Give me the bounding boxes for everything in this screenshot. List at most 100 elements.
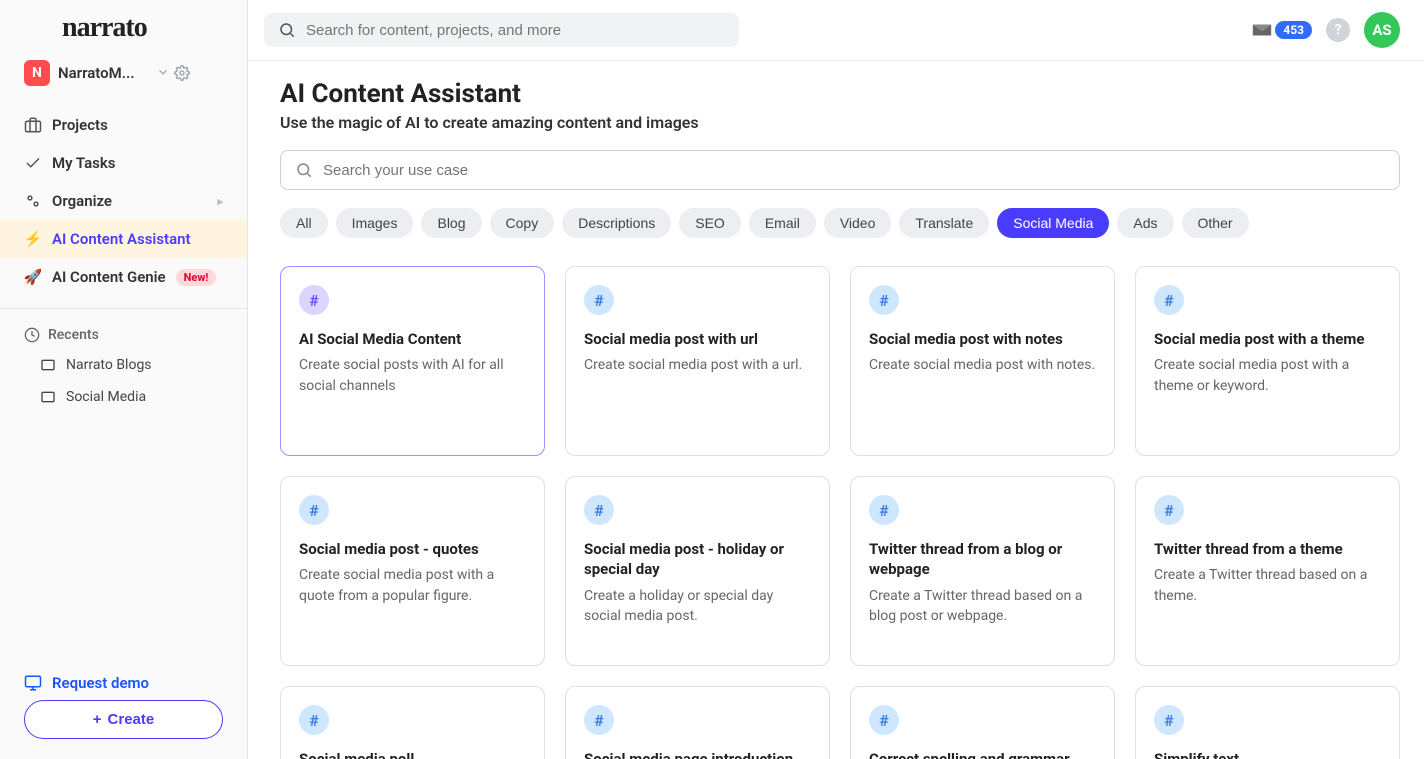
recents-label: Recents — [48, 327, 99, 343]
filter-chip-images[interactable]: Images — [336, 208, 414, 238]
gear-icon[interactable] — [174, 65, 190, 81]
main: 453 ? AS AI Content Assistant Use the ma… — [248, 0, 1424, 759]
filter-chip-social-media[interactable]: Social Media — [997, 208, 1109, 238]
filter-chips: All ImagesBlog CopyDescriptions SEO Email Vid… — [280, 208, 1400, 238]
filter-chip-copy[interactable]: Copy — [490, 208, 555, 238]
nav-mytasks[interactable]: My Tasks — [0, 144, 247, 182]
request-demo-label: Request demo — [52, 674, 149, 692]
mail-count: 453 — [1275, 21, 1312, 39]
recent-item[interactable]: Social Media — [0, 381, 247, 413]
template-card[interactable]: #Social media post with notesCreate soci… — [850, 266, 1115, 456]
global-search[interactable] — [264, 13, 739, 47]
filter-chip-seo[interactable]: SEO — [679, 208, 741, 238]
template-card[interactable]: # Social media post with a theme Create so… — [1135, 266, 1400, 456]
help-icon[interactable]: ? — [1326, 18, 1350, 42]
template-card[interactable]: #AI Social Media ContentCreate social po… — [280, 266, 545, 456]
filter-chip-all[interactable]: All — [280, 208, 328, 238]
template-card[interactable]: #Social media post with urlCreate social… — [565, 266, 830, 456]
template-card[interactable]: #Twitter thread from a themeCreate a Twi… — [1135, 476, 1400, 666]
template-card[interactable]: #Twitter thread from a blog or webpageCr… — [850, 476, 1115, 666]
card-title: AI Social Media Content — [299, 329, 526, 349]
template-card[interactable]: #Social media post - holiday or special … — [565, 476, 830, 666]
template-card[interactable]: #Simplify text — [1135, 686, 1400, 759]
clock-icon — [24, 327, 40, 343]
hash-icon: # — [869, 285, 899, 315]
card-title: Social media poll — [299, 749, 526, 759]
topbar: 453 ? AS — [248, 0, 1424, 61]
settings-icon — [24, 192, 42, 210]
card-title: Correct spelling and grammar — [869, 749, 1096, 759]
template-card[interactable]: #Social media post - quotesCreate social… — [280, 476, 545, 666]
nav-ai-content-genie[interactable]: 🚀 AI Content Genie New! — [0, 258, 247, 296]
nav-organize[interactable]: Organize ▸ — [0, 182, 247, 220]
nav-label: My Tasks — [52, 154, 116, 172]
recent-item[interactable]: Narrato Blogs — [0, 349, 247, 381]
search-icon — [295, 161, 313, 179]
plus-icon: + — [93, 711, 102, 728]
card-title: Social media page introduction — [584, 749, 811, 759]
filter-chip-translate[interactable]: Translate — [899, 208, 989, 238]
filter-chip-video[interactable]: Video — [824, 208, 892, 238]
content: AI Content Assistant Use the magic of AI… — [248, 61, 1424, 759]
briefcase-icon — [24, 116, 42, 134]
template-card[interactable]: #Social media poll — [280, 686, 545, 759]
nav-ai-content-assistant[interactable]: ⚡ AI Content Assistant — [0, 220, 247, 258]
create-label: Create — [108, 711, 155, 728]
sidebar-footer: Request demo + Create — [0, 650, 247, 759]
usecase-search[interactable] — [280, 150, 1400, 190]
check-icon — [24, 154, 42, 172]
logo-text: narrato — [62, 12, 147, 43]
sidebar: narrato N NarratoM... Projects My Tasks … — [0, 0, 248, 759]
card-description: Create social media post with notes. — [869, 355, 1096, 375]
nav-label: AI Content Genie — [52, 268, 166, 286]
hash-icon: # — [1154, 285, 1184, 315]
rocket-icon: 🚀 — [24, 268, 42, 286]
avatar[interactable]: AS — [1364, 12, 1400, 48]
card-description: Create a Twitter thread based on a theme… — [1154, 565, 1381, 606]
recent-label: Narrato Blogs — [66, 357, 152, 373]
card-description: Create social media post with a theme or… — [1154, 355, 1381, 396]
folder-icon — [40, 357, 56, 373]
new-badge: New! — [176, 269, 217, 286]
workspace-name: NarratoM... — [58, 64, 148, 82]
workspace-selector[interactable]: N NarratoM... — [0, 52, 247, 98]
recent-label: Social Media — [66, 389, 146, 405]
monitor-icon — [24, 674, 42, 692]
card-description: Create social media post with a quote fr… — [299, 565, 526, 606]
bolt-icon: ⚡ — [24, 230, 42, 248]
hash-icon: # — [869, 705, 899, 735]
mail-notifications[interactable]: 453 — [1251, 19, 1312, 41]
hash-icon: # — [299, 285, 329, 315]
logo[interactable]: narrato — [0, 0, 247, 52]
card-title: Social media post with a theme — [1154, 329, 1381, 349]
hash-icon: # — [299, 495, 329, 525]
search-input[interactable] — [306, 22, 725, 39]
recents-header: Recents — [0, 321, 247, 349]
filter-chip-blog[interactable]: Blog — [421, 208, 481, 238]
template-card[interactable]: # Social media page introduction — [565, 686, 830, 759]
request-demo-link[interactable]: Request demo — [24, 666, 223, 700]
filter-chip-descriptions[interactable]: Descriptions — [562, 208, 671, 238]
divider — [0, 308, 247, 309]
workspace-badge: N — [24, 60, 50, 86]
hash-icon: # — [1154, 705, 1184, 735]
page-title: AI Content Assistant — [280, 79, 1400, 109]
filter-chip-ads[interactable]: Ads — [1117, 208, 1173, 238]
folder-icon — [40, 389, 56, 405]
create-button[interactable]: + Create — [24, 700, 223, 739]
nav-projects[interactable]: Projects — [0, 106, 247, 144]
page-subtitle: Use the magic of AI to create amazing co… — [280, 113, 1400, 132]
hash-icon: # — [584, 705, 614, 735]
card-grid: #AI Social Media ContentCreate social po… — [280, 266, 1400, 759]
filter-chip-email[interactable]: Email — [749, 208, 816, 238]
usecase-search-input[interactable] — [323, 162, 1385, 179]
card-description: Create a Twitter thread based on a blog … — [869, 586, 1096, 627]
chevron-down-icon[interactable] — [156, 65, 170, 81]
card-title: Twitter thread from a theme — [1154, 539, 1381, 559]
filter-chip-other[interactable]: Other — [1182, 208, 1249, 238]
chevron-right-icon: ▸ — [217, 195, 223, 208]
hash-icon: # — [584, 495, 614, 525]
card-title: Twitter thread from a blog or webpage — [869, 539, 1096, 580]
template-card[interactable]: # Correct spelling and grammar — [850, 686, 1115, 759]
mail-icon — [1251, 19, 1273, 41]
